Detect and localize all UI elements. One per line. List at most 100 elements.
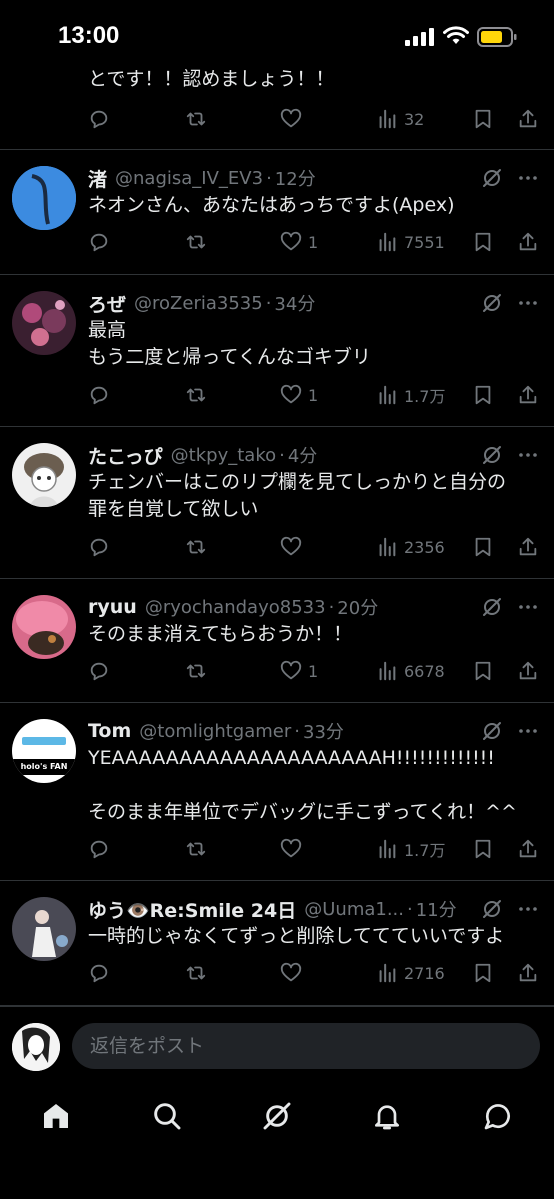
bookmark-icon xyxy=(475,963,491,983)
avatar[interactable] xyxy=(12,897,76,961)
avatar[interactable] xyxy=(12,166,76,230)
search-icon[interactable] xyxy=(151,1100,183,1132)
reply-button[interactable] xyxy=(88,959,110,987)
share-button[interactable] xyxy=(517,657,539,685)
views-button[interactable]: 1.7万 xyxy=(376,835,445,863)
bookmark-button[interactable] xyxy=(472,835,494,863)
share-button[interactable] xyxy=(517,105,539,133)
grok-icon[interactable] xyxy=(480,595,504,619)
share-button[interactable] xyxy=(517,533,539,561)
reply-icon xyxy=(90,840,108,859)
views-count: 2716 xyxy=(404,963,445,983)
avatar[interactable] xyxy=(12,595,76,659)
reply-input[interactable]: 返信をポスト xyxy=(72,1023,540,1069)
share-button[interactable] xyxy=(517,959,539,987)
grok-icon[interactable] xyxy=(480,291,504,315)
more-options-icon[interactable] xyxy=(516,166,540,190)
views-icon xyxy=(379,963,396,983)
avatar[interactable]: holo's FAN xyxy=(12,719,76,783)
grok-icon[interactable] xyxy=(480,443,504,467)
display-name[interactable]: Tom xyxy=(88,720,131,742)
repost-button[interactable] xyxy=(185,959,207,987)
more-options-icon[interactable] xyxy=(516,291,540,315)
tweet[interactable]: holo's FAN Tom @tomlightgamer · 33分 YEAA… xyxy=(0,703,554,881)
share-icon xyxy=(519,232,537,251)
user-handle[interactable]: @tkpy_tako xyxy=(171,445,276,466)
grok-icon[interactable] xyxy=(480,719,504,743)
reply-button[interactable] xyxy=(88,105,110,133)
tweet-text: そのまま消えてもらおうか！！ xyxy=(88,623,353,645)
repost-button[interactable] xyxy=(185,228,207,256)
notifications-icon[interactable] xyxy=(371,1100,403,1132)
bookmark-button[interactable] xyxy=(472,959,494,987)
bookmark-button[interactable] xyxy=(472,381,494,409)
views-count: 1.7万 xyxy=(404,841,446,860)
user-handle[interactable]: @tomlightgamer xyxy=(139,721,291,742)
share-button[interactable] xyxy=(517,228,539,256)
tweet[interactable]: ryuu @ryochandayo8533 · 20分 そのまま消えてもらおうか… xyxy=(0,579,554,703)
like-button[interactable] xyxy=(280,959,308,987)
like-count: 1 xyxy=(308,232,319,252)
like-button[interactable] xyxy=(280,533,308,561)
reply-icon xyxy=(90,110,108,129)
reply-button[interactable] xyxy=(88,228,110,256)
views-icon xyxy=(379,109,396,129)
bookmark-icon xyxy=(475,537,491,557)
reply-button[interactable] xyxy=(88,835,110,863)
share-button[interactable] xyxy=(517,835,539,863)
views-button[interactable]: 2716 xyxy=(376,959,445,987)
views-count: 2356 xyxy=(404,537,445,557)
views-button[interactable]: 6678 xyxy=(376,657,445,685)
display-name[interactable]: 渚 xyxy=(88,165,107,192)
more-options-icon[interactable] xyxy=(516,595,540,619)
user-handle[interactable]: @ryochandayo8533 xyxy=(145,597,326,618)
avatar[interactable] xyxy=(12,291,76,355)
tweet[interactable]: 渚 @nagisa_IV_EV3 · 12分 ネオンさん、あなたはあっちですよ(… xyxy=(0,150,554,275)
tweet[interactable]: ゆう👁️Re:Smile 24日 @Uuma1... · 11分 一時的じゃなく… xyxy=(0,881,554,1006)
messages-icon[interactable] xyxy=(482,1100,514,1132)
battery-icon xyxy=(477,27,517,47)
reply-button[interactable] xyxy=(88,381,110,409)
display-name[interactable]: ゆう👁️Re:Smile 24日 xyxy=(88,896,296,923)
my-avatar[interactable] xyxy=(12,1023,60,1071)
display-name[interactable]: ryuu xyxy=(88,596,137,618)
repost-button[interactable] xyxy=(185,381,207,409)
user-handle[interactable]: @nagisa_IV_EV3 xyxy=(115,168,263,189)
like-button[interactable]: 1 xyxy=(280,657,318,685)
views-button[interactable]: 32 xyxy=(376,105,424,133)
bookmark-button[interactable] xyxy=(472,228,494,256)
repost-button[interactable] xyxy=(185,105,207,133)
more-options-icon[interactable] xyxy=(516,897,540,921)
display-name[interactable]: たこっぴ xyxy=(88,442,163,469)
views-button[interactable]: 7551 xyxy=(376,228,445,256)
more-options-icon[interactable] xyxy=(516,443,540,467)
bookmark-button[interactable] xyxy=(472,657,494,685)
tweet-partial[interactable]: とです！！認めましょう！！ 32 xyxy=(0,60,554,150)
views-button[interactable]: 1.7万 xyxy=(376,381,445,409)
grok-icon[interactable] xyxy=(261,1100,293,1132)
share-button[interactable] xyxy=(517,381,539,409)
more-options-icon[interactable] xyxy=(516,719,540,743)
like-button[interactable] xyxy=(280,835,308,863)
grok-icon[interactable] xyxy=(480,166,504,190)
user-handle[interactable]: @Uuma1... xyxy=(304,899,404,920)
display-name[interactable]: ろぜ xyxy=(88,290,126,317)
home-icon[interactable] xyxy=(40,1100,72,1132)
repost-button[interactable] xyxy=(185,835,207,863)
grok-icon[interactable] xyxy=(480,897,504,921)
bookmark-button[interactable] xyxy=(472,533,494,561)
bookmark-button[interactable] xyxy=(472,105,494,133)
tweet[interactable]: ろぜ @roZeria3535 · 34分 最高 もう二度と帰ってくんなゴキブリ… xyxy=(0,275,554,427)
repost-button[interactable] xyxy=(185,533,207,561)
reply-button[interactable] xyxy=(88,657,110,685)
like-button[interactable]: 1 xyxy=(280,228,318,256)
views-button[interactable]: 2356 xyxy=(376,533,445,561)
reply-button[interactable] xyxy=(88,533,110,561)
tweet[interactable]: たこっぴ @tkpy_tako · 4分 チェンバーはこのリプ欄を見てしっかりと… xyxy=(0,427,554,579)
user-handle[interactable]: @roZeria3535 xyxy=(134,293,263,314)
like-button[interactable]: 1 xyxy=(280,381,318,409)
like-button[interactable] xyxy=(280,105,302,133)
avatar[interactable] xyxy=(12,443,76,507)
repost-button[interactable] xyxy=(185,657,207,685)
heart-icon xyxy=(280,660,302,680)
